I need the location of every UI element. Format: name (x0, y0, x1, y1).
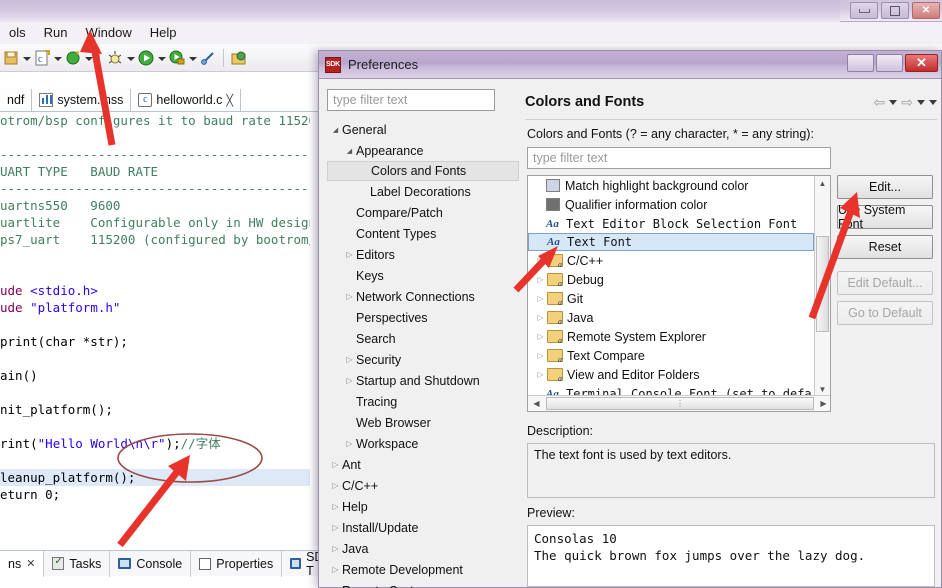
ellipse-around-code-comment (117, 433, 263, 483)
arrow-to-edit-button (808, 192, 860, 320)
annotation-overlay (80, 30, 860, 548)
arrow-to-code-comment (117, 455, 190, 548)
screen-root: ✕ ols Run Window Help c ndf system.mss c… (0, 0, 942, 588)
arrow-to-window-menu (80, 30, 116, 146)
arrow-to-text-font-item (513, 246, 558, 293)
